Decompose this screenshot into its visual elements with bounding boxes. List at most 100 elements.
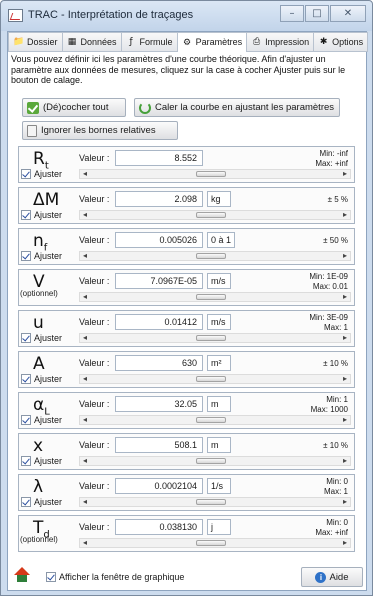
- toggle-all-button[interactable]: (Dé)cocher tout: [22, 98, 126, 117]
- tab-label: Formule: [139, 36, 173, 47]
- adjust-toggle[interactable]: Ajuster: [21, 251, 62, 261]
- arrow-right-icon[interactable]: ▸: [343, 538, 347, 547]
- adjust-checkbox[interactable]: [21, 497, 31, 507]
- tab-dossier[interactable]: 📁 Dossier: [8, 32, 63, 51]
- optional-label: (optionnel): [20, 535, 58, 544]
- param-slider[interactable]: ◂ ▸: [79, 251, 351, 261]
- slider-thumb[interactable]: [196, 335, 226, 341]
- arrow-left-icon[interactable]: ◂: [83, 538, 87, 547]
- param-slider[interactable]: ◂ ▸: [79, 456, 351, 466]
- slider-thumb[interactable]: [196, 212, 226, 218]
- slider-thumb[interactable]: [196, 417, 226, 423]
- arrow-left-icon[interactable]: ◂: [83, 497, 87, 506]
- adjust-toggle[interactable]: Ajuster: [21, 210, 62, 220]
- slider-thumb[interactable]: [196, 499, 226, 505]
- param-symbol: x: [33, 436, 44, 456]
- adjust-checkbox[interactable]: [21, 415, 31, 425]
- tab-formule[interactable]: ƒ Formule: [120, 32, 178, 51]
- arrow-right-icon[interactable]: ▸: [343, 292, 347, 301]
- arrow-left-icon[interactable]: ◂: [83, 251, 87, 260]
- unit-field: m²: [207, 355, 231, 371]
- param-slider[interactable]: ◂ ▸: [79, 497, 351, 507]
- fit-curve-button[interactable]: Caler la courbe en ajustant les paramètr…: [134, 98, 340, 117]
- refresh-icon: [139, 101, 151, 114]
- param-slider[interactable]: ◂ ▸: [79, 538, 351, 548]
- slider-thumb[interactable]: [196, 540, 226, 546]
- adjust-checkbox[interactable]: [21, 251, 31, 261]
- value-label: Valeur :: [79, 481, 110, 491]
- show-graph-checkbox[interactable]: [46, 572, 56, 582]
- adjust-toggle[interactable]: Ajuster: [21, 374, 62, 384]
- adjust-checkbox[interactable]: [21, 169, 31, 179]
- adjust-toggle[interactable]: Ajuster: [21, 456, 62, 466]
- help-button[interactable]: i Aide: [301, 567, 363, 587]
- tab-options[interactable]: ✱ Options: [313, 32, 369, 51]
- arrow-left-icon[interactable]: ◂: [83, 169, 87, 178]
- param-group: V Valeur :7.0967E-05 m/s Min: 1E-09 Max: 0.0…: [18, 269, 355, 306]
- param-range: ± 10 %: [323, 441, 348, 450]
- param-range: Min: 3E-09 Max: 1: [309, 313, 348, 332]
- adjust-toggle[interactable]: Ajuster: [21, 497, 62, 507]
- param-slider[interactable]: ◂ ▸: [79, 169, 351, 179]
- intro-text: Vous pouvez définir ici les paramètres d…: [11, 54, 346, 85]
- arrow-left-icon[interactable]: ◂: [83, 456, 87, 465]
- arrow-right-icon[interactable]: ▸: [343, 169, 347, 178]
- arrow-right-icon[interactable]: ▸: [343, 456, 347, 465]
- param-slider[interactable]: ◂ ▸: [79, 210, 351, 220]
- value-label: Valeur :: [79, 153, 110, 163]
- arrow-left-icon[interactable]: ◂: [83, 415, 87, 424]
- unit-field: m/s: [207, 273, 231, 289]
- arrow-left-icon[interactable]: ◂: [83, 210, 87, 219]
- toggle-all-label: (Dé)cocher tout: [43, 102, 109, 113]
- adjust-checkbox[interactable]: [21, 374, 31, 384]
- value-input[interactable]: 508.1: [115, 437, 203, 453]
- param-slider[interactable]: ◂ ▸: [79, 374, 351, 384]
- value-input[interactable]: 630: [115, 355, 203, 371]
- arrow-right-icon[interactable]: ▸: [343, 210, 347, 219]
- maximize-button[interactable]: □: [305, 5, 329, 22]
- show-graph-toggle[interactable]: Afficher la fenêtre de graphique: [46, 572, 184, 582]
- tab-donnees[interactable]: ▦ Données: [61, 32, 122, 51]
- adjust-checkbox[interactable]: [21, 210, 31, 220]
- value-input[interactable]: 0.038130: [115, 519, 203, 535]
- param-slider[interactable]: ◂ ▸: [79, 292, 351, 302]
- slider-thumb[interactable]: [196, 253, 226, 259]
- arrow-right-icon[interactable]: ▸: [343, 497, 347, 506]
- slider-thumb[interactable]: [196, 294, 226, 300]
- param-slider[interactable]: ◂ ▸: [79, 415, 351, 425]
- adjust-checkbox[interactable]: [21, 333, 31, 343]
- tab-impression[interactable]: ⎙ Impression: [246, 32, 315, 51]
- optional-label: (optionnel): [20, 289, 58, 298]
- arrow-right-icon[interactable]: ▸: [343, 333, 347, 342]
- fit-curve-label: Caler la courbe en ajustant les paramètr…: [155, 102, 335, 113]
- home-icon[interactable]: [14, 567, 30, 583]
- tab-parametres[interactable]: ⚙ Paramètres: [176, 32, 248, 52]
- ignore-bounds-button[interactable]: Ignorer les bornes relatives: [22, 121, 178, 140]
- check-icon: [27, 101, 39, 114]
- arrow-right-icon[interactable]: ▸: [343, 251, 347, 260]
- arrow-left-icon[interactable]: ◂: [83, 374, 87, 383]
- close-button[interactable]: ✕: [330, 5, 366, 22]
- value-input[interactable]: 32.05: [115, 396, 203, 412]
- adjust-toggle[interactable]: Ajuster: [21, 169, 62, 179]
- options-icon: ✱: [319, 37, 328, 47]
- adjust-toggle[interactable]: Ajuster: [21, 333, 62, 343]
- slider-thumb[interactable]: [196, 458, 226, 464]
- arrow-left-icon[interactable]: ◂: [83, 333, 87, 342]
- value-input[interactable]: 7.0967E-05: [115, 273, 203, 289]
- arrow-right-icon[interactable]: ▸: [343, 374, 347, 383]
- arrow-right-icon[interactable]: ▸: [343, 415, 347, 424]
- value-input[interactable]: 0.01412: [115, 314, 203, 330]
- adjust-checkbox[interactable]: [21, 456, 31, 466]
- value-input[interactable]: 2.098: [115, 191, 203, 207]
- slider-thumb[interactable]: [196, 376, 226, 382]
- param-slider[interactable]: ◂ ▸: [79, 333, 351, 343]
- arrow-left-icon[interactable]: ◂: [83, 292, 87, 301]
- slider-thumb[interactable]: [196, 171, 226, 177]
- minimize-button[interactable]: –: [280, 5, 304, 22]
- value-input[interactable]: 0.005026: [115, 232, 203, 248]
- adjust-toggle[interactable]: Ajuster: [21, 415, 62, 425]
- value-input[interactable]: 0.0002104: [115, 478, 203, 494]
- value-input[interactable]: 8.552: [115, 150, 203, 166]
- param-symbol: A: [33, 354, 45, 374]
